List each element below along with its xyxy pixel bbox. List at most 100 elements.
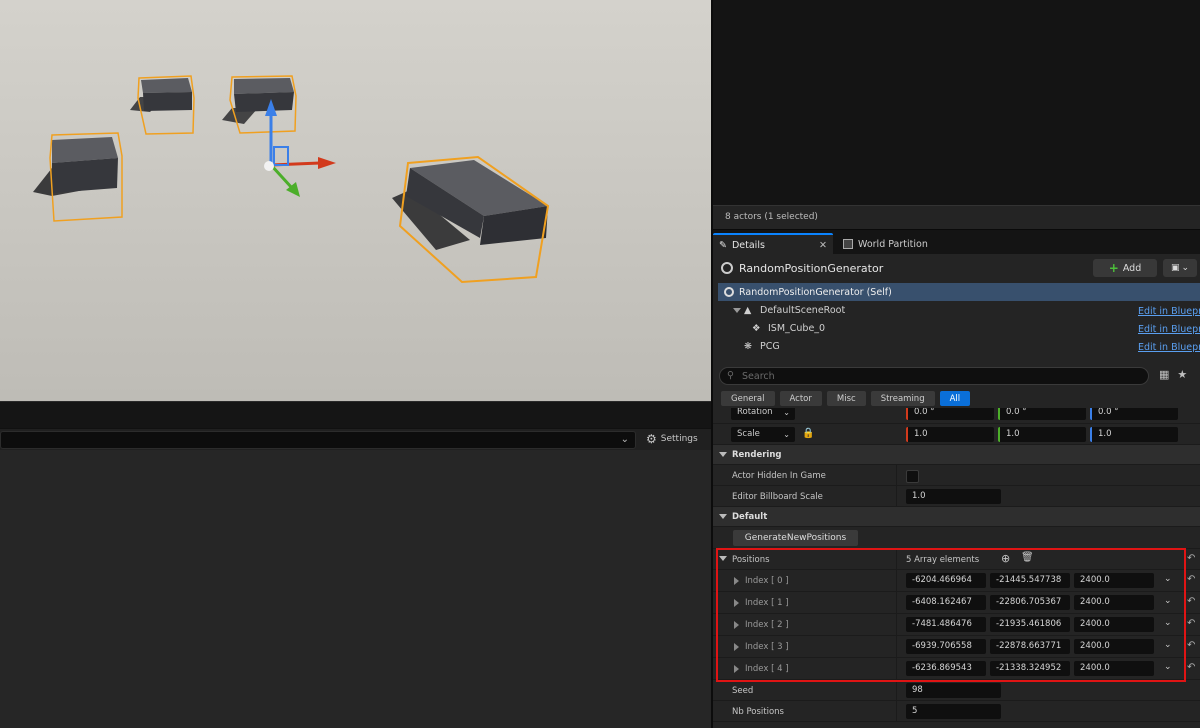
world-outliner[interactable] — [713, 0, 1200, 205]
reset-icon[interactable]: ↶ — [1187, 574, 1195, 585]
edit-in-blueprint-link[interactable]: Edit in Blueprint — [1138, 306, 1200, 317]
rotation-mode-dropdown[interactable]: Rotation ⌄ — [731, 408, 795, 420]
seed-input[interactable]: 98 — [906, 683, 1001, 698]
rotation-y[interactable]: 0.0 ° — [998, 408, 1086, 420]
billboard-scale-input[interactable]: 1.0 — [906, 489, 1001, 504]
expand-arrow-icon[interactable] — [734, 621, 739, 629]
position-z[interactable]: 2400.0 — [1074, 639, 1154, 654]
table-view-icon[interactable]: ▦ — [1159, 368, 1169, 381]
position-y[interactable]: -21445.547738 — [990, 573, 1070, 588]
position-z[interactable]: 2400.0 — [1074, 617, 1154, 632]
chevron-down-icon: ⌄ — [783, 430, 790, 439]
component-ism-cube[interactable]: ❖ ISM_Cube_0 Edit in Blueprint — [718, 320, 1200, 338]
generate-new-positions-button[interactable]: GenerateNewPositions — [733, 530, 858, 546]
add-component-button[interactable]: + Add — [1093, 259, 1157, 277]
position-x[interactable]: -6408.162467 — [906, 595, 986, 610]
scale-z[interactable]: 1.0 — [1090, 427, 1178, 442]
billboard-scale-row: Editor Billboard Scale 1.0 — [713, 486, 1200, 507]
scale-y[interactable]: 1.0 — [998, 427, 1086, 442]
plus-icon: + — [1108, 261, 1119, 275]
component-default-scene-root[interactable]: ▲ DefaultSceneRoot Edit in Blueprint — [718, 302, 1200, 320]
category-filters: General Actor Misc Streaming All — [721, 391, 971, 406]
level-viewport[interactable] — [0, 0, 711, 401]
expand-arrow-icon[interactable] — [734, 643, 739, 651]
edit-in-blueprint-link[interactable]: Edit in Blueprint — [1138, 342, 1200, 353]
category-actor[interactable]: Actor — [779, 391, 822, 406]
default-section[interactable]: Default — [713, 507, 1200, 527]
actor-icon — [721, 262, 733, 274]
star-icon[interactable]: ★ — [1177, 368, 1187, 381]
position-y[interactable]: -21935.461806 — [990, 617, 1070, 632]
category-streaming[interactable]: Streaming — [870, 391, 935, 406]
settings-label: Settings — [660, 434, 698, 444]
position-x[interactable]: -6236.869543 — [906, 661, 986, 676]
scale-mode-dropdown[interactable]: Scale ⌄ — [731, 427, 795, 442]
reset-icon[interactable]: ↶ — [1187, 640, 1195, 651]
position-y[interactable]: -21338.324952 — [990, 661, 1070, 676]
collapse-arrow-icon[interactable] — [719, 556, 727, 561]
position-y[interactable]: -22878.663771 — [990, 639, 1070, 654]
position-row: Index [ 4 ] -6236.869543 -21338.324952 2… — [713, 658, 1200, 680]
position-y[interactable]: -22806.705367 — [990, 595, 1070, 610]
search-input[interactable]: ⚲ Search — [719, 367, 1149, 385]
mesh-icon: ❖ — [752, 323, 761, 334]
position-index: Index [ 2 ] — [745, 620, 789, 630]
category-all[interactable]: All — [939, 391, 971, 406]
settings-button[interactable]: ⚙ Settings — [646, 432, 698, 446]
pencil-icon: ✎ — [719, 239, 727, 251]
billboard-scale-label: Editor Billboard Scale — [732, 492, 823, 502]
component-self[interactable]: RandomPositionGenerator (Self) — [718, 283, 1200, 301]
position-x[interactable]: -7481.486476 — [906, 617, 986, 632]
output-toolbar: ⌄ ⚙ Settings — [0, 428, 711, 450]
category-misc[interactable]: Misc — [826, 391, 866, 406]
close-icon[interactable]: ✕ — [819, 240, 827, 251]
rotation-row: Rotation ⌄ 0.0 ° 0.0 ° 0.0 ° — [713, 408, 1200, 424]
chevron-down-icon[interactable]: ⌄ — [1164, 662, 1172, 672]
position-x[interactable]: -6939.706558 — [906, 639, 986, 654]
chevron-down-icon[interactable]: ⌄ — [1164, 618, 1172, 628]
chevron-down-icon: ⌄ — [620, 434, 629, 445]
tab-world-partition-label: World Partition — [858, 238, 928, 250]
lock-icon[interactable]: 🔒 — [802, 428, 814, 439]
panel-tabs: ✎ Details ✕ World Partition — [713, 229, 1200, 255]
filter-combo[interactable]: ⌄ — [0, 431, 636, 449]
reset-icon[interactable]: ↶ — [1187, 553, 1195, 564]
expand-arrow-icon[interactable] — [733, 308, 741, 313]
reset-icon[interactable]: ↶ — [1187, 662, 1195, 673]
chevron-down-icon: ⌄ — [783, 408, 790, 417]
tab-details[interactable]: ✎ Details ✕ — [713, 233, 833, 255]
edit-in-blueprint-link[interactable]: Edit in Blueprint — [1138, 324, 1200, 335]
expand-arrow-icon[interactable] — [734, 665, 739, 673]
position-z[interactable]: 2400.0 — [1074, 595, 1154, 610]
scale-label: Scale — [737, 429, 760, 439]
rendering-section[interactable]: Rendering — [713, 445, 1200, 465]
category-general[interactable]: General — [721, 391, 775, 406]
component-label: RandomPositionGenerator (Self) — [739, 286, 892, 298]
expand-arrow-icon[interactable] — [734, 599, 739, 607]
positions-label: Positions — [732, 555, 770, 565]
blueprint-options-button[interactable]: ▣ ⌄ — [1163, 259, 1197, 277]
reset-icon[interactable]: ↶ — [1187, 618, 1195, 629]
tab-world-partition[interactable]: World Partition — [837, 233, 934, 255]
component-pcg[interactable]: ❋ PCG Edit in Blueprint — [718, 338, 1200, 356]
scene-root-icon: ▲ — [744, 305, 752, 316]
chevron-down-icon[interactable]: ⌄ — [1164, 596, 1172, 606]
add-element-icon[interactable]: ⊕ — [1001, 552, 1010, 565]
expand-arrow-icon[interactable] — [734, 577, 739, 585]
component-label: DefaultSceneRoot — [760, 305, 846, 316]
chevron-down-icon[interactable]: ⌄ — [1164, 640, 1172, 650]
rotation-z[interactable]: 0.0 ° — [1090, 408, 1178, 420]
rotation-x[interactable]: 0.0 ° — [906, 408, 994, 420]
position-z[interactable]: 2400.0 — [1074, 573, 1154, 588]
reset-icon[interactable]: ↶ — [1187, 596, 1195, 607]
trash-icon[interactable]: 🗑 — [1021, 552, 1034, 563]
generate-row: GenerateNewPositions — [713, 527, 1200, 549]
nb-positions-input[interactable]: 5 — [906, 704, 1001, 719]
world-partition-icon — [843, 239, 853, 249]
actor-hidden-checkbox[interactable] — [906, 470, 919, 483]
position-z[interactable]: 2400.0 — [1074, 661, 1154, 676]
chevron-down-icon[interactable]: ⌄ — [1164, 574, 1172, 584]
position-x[interactable]: -6204.466964 — [906, 573, 986, 588]
scale-x[interactable]: 1.0 — [906, 427, 994, 442]
position-index: Index [ 4 ] — [745, 664, 789, 674]
